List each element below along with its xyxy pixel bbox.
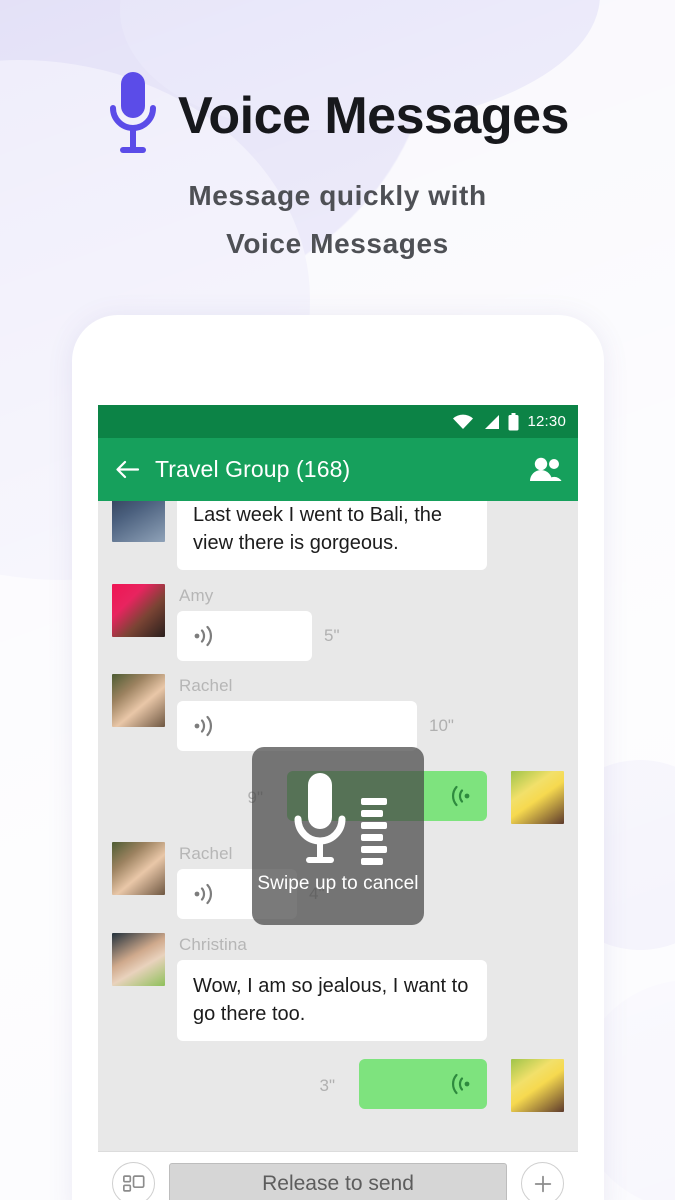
message-content: Amy 5" [177,584,340,662]
audio-level-bars-icon [361,798,387,865]
voice-wave-icon [445,1073,471,1095]
voice-wave-icon [193,883,219,905]
group-members-icon[interactable] [529,456,562,483]
bubble-line: Last week I went to Bali, the view there… [177,501,487,571]
bubble-line: 10" [177,701,454,752]
bubble-line: Wow, I am so jealous, I want to go there… [177,960,487,1042]
message-row: 3" [112,1059,564,1113]
avatar[interactable] [112,842,165,896]
avatar[interactable] [112,584,165,638]
message-content: Rachel 10" [177,674,454,752]
sender-name: Rachel [179,676,233,696]
voice-wave-icon [445,785,471,807]
recording-microphone-icon [289,771,351,871]
voice-bubble[interactable] [177,701,417,752]
recording-indicator [289,761,387,871]
microphone-icon [106,70,160,162]
avatar[interactable] [112,933,165,987]
hero-subtitle-line-1: Message quickly with [188,180,487,211]
battery-icon [508,412,519,430]
voice-wave-icon [193,625,219,647]
voice-duration: 10" [429,716,454,736]
cellular-signal-icon [485,414,500,429]
message-content: Christina Wow, I am so jealous, I want t… [177,933,487,1042]
swipe-to-cancel-label: Swipe up to cancel [257,873,419,894]
status-bar: 12:30 [98,405,578,438]
promo-screenshot-page: Voice Messages Message quickly with Voic… [0,0,675,1200]
status-bar-clock: 12:30 [527,413,566,430]
voice-bubble[interactable] [359,1059,487,1110]
recording-overlay: Swipe up to cancel [252,747,424,925]
chat-title: Travel Group (168) [155,456,351,482]
message-row: Last week I went to Bali, the view there… [112,501,564,571]
avatar[interactable] [112,501,165,542]
phone-screen: 12:30 Travel Group (168) Last week I wen… [98,405,578,1200]
app-bar: Travel Group (168) [98,438,578,501]
back-arrow-icon[interactable] [114,456,141,483]
voice-bubble[interactable] [177,611,312,662]
text-bubble[interactable]: Wow, I am so jealous, I want to go there… [177,960,487,1042]
hero-subtitle-line-2: Voice Messages [226,228,449,260]
message-row: Rachel 10" [112,674,564,752]
message-row: Christina Wow, I am so jealous, I want t… [112,933,564,1042]
chat-message-list[interactable]: Last week I went to Bali, the view there… [98,501,578,1151]
voice-wave-icon [193,715,219,737]
hero-subtitle: Message quickly with Voice Messages [0,172,675,268]
voice-duration: 5" [324,626,340,646]
release-to-send-button[interactable]: Release to send [169,1162,507,1200]
page-title: Voice Messages [178,87,569,145]
phone-mockup: 12:30 Travel Group (168) Last week I wen… [72,315,604,1200]
plus-icon[interactable] [521,1162,564,1200]
hero-heading: Voice Messages [0,70,675,162]
avatar[interactable] [112,674,165,728]
keyboard-toggle-icon[interactable] [112,1162,155,1200]
message-content: Last week I went to Bali, the view there… [177,501,487,571]
bubble-line: 5" [177,611,340,662]
voice-duration: 3" [319,1075,336,1095]
message-row: Amy 5" [112,584,564,662]
text-bubble[interactable]: Last week I went to Bali, the view there… [177,501,487,571]
message-input-bar: Release to send [98,1151,578,1200]
wifi-icon [453,414,474,429]
avatar[interactable] [511,771,564,825]
sender-name: Christina [179,935,247,955]
avatar[interactable] [511,1059,564,1113]
sender-name: Amy [179,586,214,606]
